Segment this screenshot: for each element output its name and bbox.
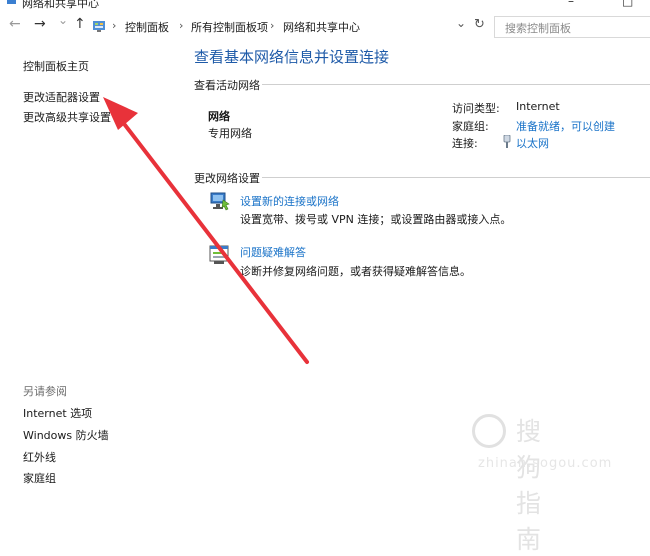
- ethernet-link[interactable]: 以太网: [516, 135, 549, 151]
- active-networks-heading: 查看活动网络: [194, 79, 260, 92]
- connections-label: 连接:: [452, 137, 478, 150]
- address-bar[interactable]: › 控制面板 › 所有控制面板项 › 网络和共享中心 ⌄ ↻: [92, 16, 486, 38]
- annotation-arrow: [103, 97, 309, 364]
- refresh-icon[interactable]: ↻: [474, 17, 485, 32]
- homegroup-link[interactable]: 准备就绪，可以创建: [516, 118, 615, 134]
- see-also-heading: 另请参阅: [23, 385, 67, 398]
- see-also-windows-firewall[interactable]: Windows 防火墙: [23, 427, 109, 443]
- see-also-infrared[interactable]: 红外线: [23, 449, 56, 465]
- setup-new-connection-link[interactable]: 设置新的连接或网络: [240, 193, 339, 209]
- breadcrumb-separator: ›: [270, 19, 275, 32]
- access-type-label: 访问类型:: [452, 102, 500, 115]
- homegroup-label: 家庭组:: [452, 120, 489, 133]
- troubleshoot-icon: [209, 245, 229, 264]
- network-center-icon: [7, 0, 16, 4]
- ethernet-icon: [503, 135, 511, 148]
- sidebar-item-change-adapter-settings[interactable]: 更改适配器设置: [23, 89, 100, 105]
- change-settings-heading: 更改网络设置: [194, 172, 260, 185]
- page-title: 查看基本网络信息并设置连接: [194, 48, 390, 66]
- new-connection-icon: [210, 192, 230, 211]
- network-type: 专用网络: [208, 127, 252, 140]
- network-name: 网络: [208, 110, 230, 123]
- watermark-domain: zhinan.sogou.com: [478, 456, 613, 471]
- title-bar: 网络和共享中心 – □: [0, 0, 650, 12]
- minimize-button[interactable]: –: [568, 0, 574, 8]
- breadcrumb-separator: ›: [179, 19, 184, 32]
- section-divider: [262, 84, 650, 85]
- back-button[interactable]: ←: [9, 16, 21, 32]
- window-title: 网络和共享中心: [22, 0, 99, 10]
- troubleshoot-link[interactable]: 问题疑难解答: [240, 244, 306, 260]
- breadcrumb-control-panel[interactable]: 控制面板: [125, 19, 169, 35]
- breadcrumb-network-center[interactable]: 网络和共享中心: [283, 19, 360, 35]
- breadcrumb-separator: ›: [112, 19, 117, 32]
- recent-dropdown-icon[interactable]: ⌄: [58, 13, 68, 27]
- setup-new-connection-desc: 设置宽带、拨号或 VPN 连接；或设置路由器或接入点。: [240, 213, 512, 226]
- maximize-button[interactable]: □: [622, 0, 633, 8]
- sidebar-item-control-panel-home[interactable]: 控制面板主页: [23, 58, 89, 74]
- search-input[interactable]: [503, 21, 647, 36]
- section-divider: [262, 177, 650, 178]
- watermark-brand: 搜狗指南: [516, 417, 544, 554]
- access-type-value: Internet: [516, 100, 560, 113]
- sidebar-item-advanced-sharing[interactable]: 更改高级共享设置: [23, 109, 111, 125]
- breadcrumb-all-items[interactable]: 所有控制面板项: [191, 19, 268, 35]
- see-also-homegroup[interactable]: 家庭组: [23, 470, 56, 486]
- up-button[interactable]: ↑: [74, 16, 86, 32]
- see-also-internet-options[interactable]: Internet 选项: [23, 405, 92, 421]
- control-panel-icon: [93, 21, 105, 32]
- search-box[interactable]: [494, 16, 650, 38]
- address-dropdown-icon[interactable]: ⌄: [456, 16, 466, 30]
- sogou-logo-icon: [472, 414, 506, 448]
- forward-button[interactable]: →: [34, 16, 46, 32]
- troubleshoot-desc: 诊断并修复网络问题，或者获得疑难解答信息。: [240, 265, 471, 278]
